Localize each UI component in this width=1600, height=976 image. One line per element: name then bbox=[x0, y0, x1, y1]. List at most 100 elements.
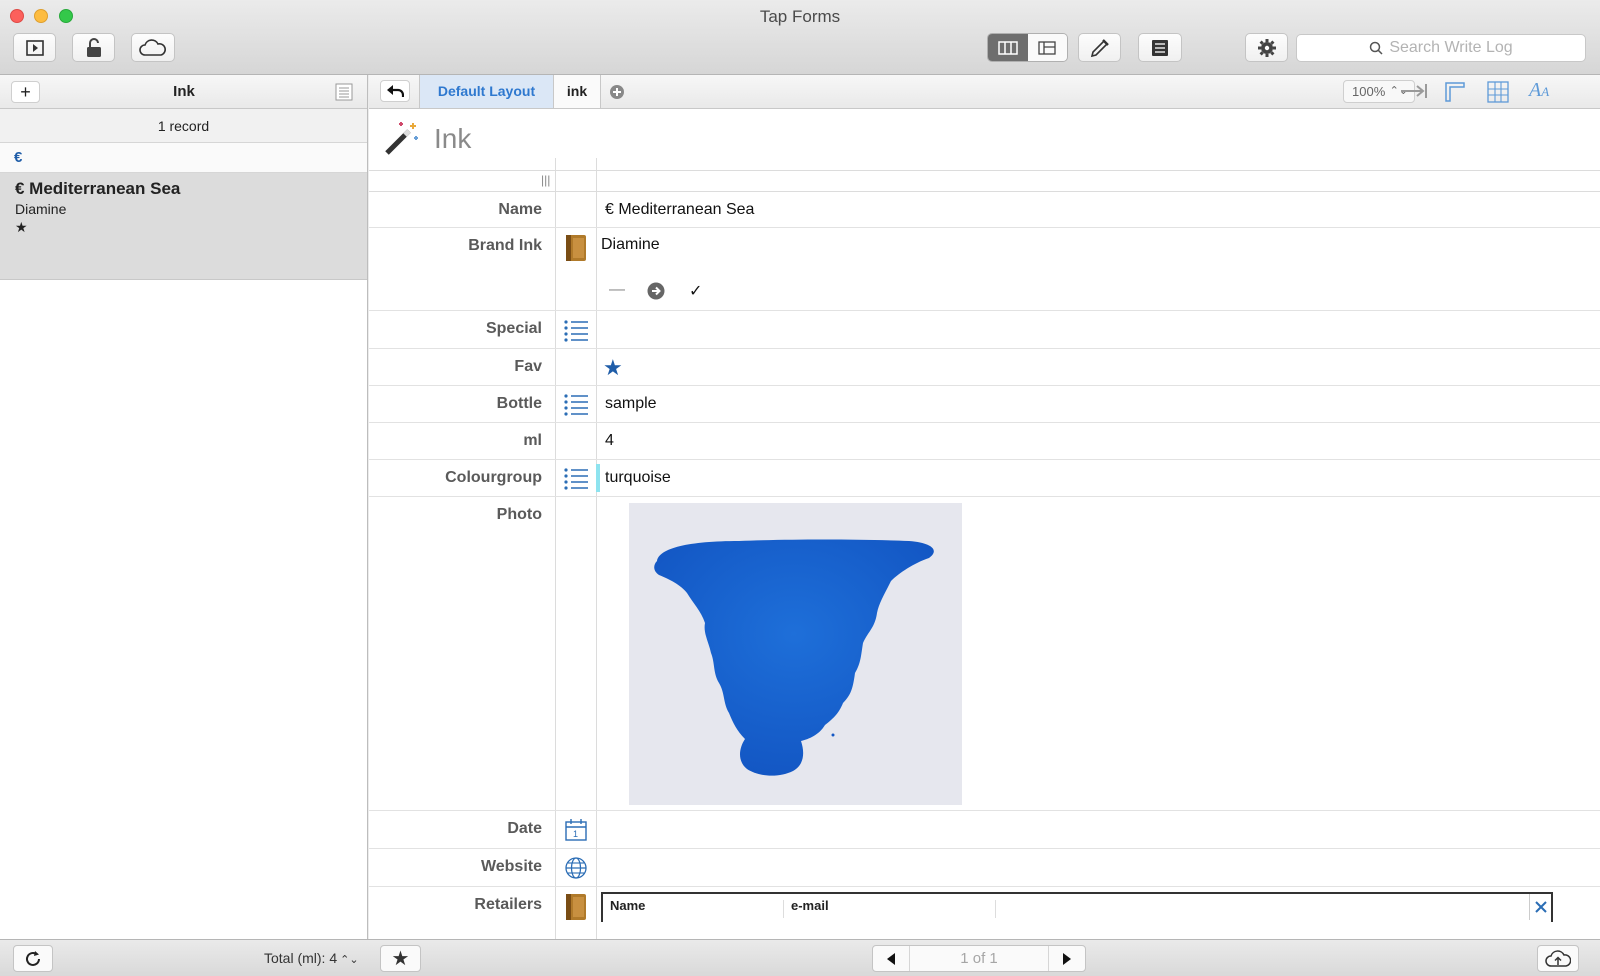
form-name-label: Ink bbox=[173, 83, 195, 100]
field-value-ml[interactable]: 4 bbox=[605, 432, 614, 450]
field-label-brand-ink: Brand Ink bbox=[468, 237, 542, 254]
link-to-form-icon[interactable] bbox=[555, 893, 596, 921]
colour-swatch bbox=[596, 464, 600, 492]
column-divider bbox=[783, 900, 784, 918]
back-arrow-icon bbox=[387, 85, 404, 97]
field-row-photo: Photo bbox=[369, 497, 1600, 811]
refresh-icon bbox=[26, 950, 40, 966]
window-toolbar: Tap Forms Search Write Log bbox=[0, 0, 1600, 75]
records-list-header: + Ink bbox=[0, 75, 367, 109]
bottom-bar: Total (ml): 4 ⌃⌄ ★ 1 of 1 bbox=[0, 939, 1600, 976]
field-row-special: Special bbox=[369, 311, 1600, 349]
add-layout-icon[interactable] bbox=[609, 84, 625, 104]
search-field[interactable]: Search Write Log bbox=[1296, 34, 1586, 62]
cloud-sync-button[interactable] bbox=[131, 33, 175, 62]
cloud-icon bbox=[139, 38, 166, 56]
pick-list-icon[interactable] bbox=[555, 465, 596, 491]
back-button[interactable] bbox=[380, 80, 410, 102]
columns-icon bbox=[998, 40, 1018, 55]
field-row-date: Date 1 bbox=[369, 811, 1600, 849]
field-value-name[interactable]: € Mediterranean Sea bbox=[605, 201, 754, 219]
field-value-brand-ink[interactable]: Diamine bbox=[601, 236, 660, 254]
field-label-fav: Fav bbox=[514, 358, 542, 375]
refresh-button[interactable] bbox=[13, 945, 53, 972]
records-list-pane: + Ink 1 record € € Mediterranean Sea Dia… bbox=[0, 75, 368, 939]
tools-icon bbox=[1534, 901, 1547, 913]
field-row-ml: ml 4 bbox=[369, 423, 1600, 460]
pick-list-icon[interactable] bbox=[555, 317, 596, 343]
list-view-button[interactable] bbox=[1138, 33, 1182, 62]
field-row-bottle: Bottle sample bbox=[369, 386, 1600, 423]
tab-default-layout[interactable]: Default Layout bbox=[419, 75, 554, 108]
calendar-icon[interactable]: 1 bbox=[555, 818, 596, 842]
view-mode-segmented-control bbox=[987, 33, 1068, 62]
lock-button[interactable] bbox=[72, 33, 115, 62]
field-row-fav: Fav ★ bbox=[369, 349, 1600, 386]
form-header: Ink bbox=[369, 109, 1600, 171]
pick-list-icon[interactable] bbox=[555, 391, 596, 417]
play-icon bbox=[25, 39, 44, 56]
unlink-button[interactable]: — bbox=[609, 281, 625, 299]
field-row-colourgroup: Colourgroup turquoise bbox=[369, 460, 1600, 497]
pager-text: 1 of 1 bbox=[909, 946, 1049, 971]
field-row-brand-ink: Brand Ink Diamine — ✓ bbox=[369, 228, 1600, 311]
column-header-name[interactable]: Name bbox=[610, 898, 645, 913]
field-row-website: Website bbox=[369, 849, 1600, 887]
pencil-ruler-icon bbox=[1090, 38, 1109, 57]
column-view-button[interactable] bbox=[988, 34, 1028, 61]
design-tools-button[interactable] bbox=[1078, 33, 1121, 62]
record-title: € Mediterranean Sea bbox=[15, 179, 181, 198]
table-layout-icon bbox=[1038, 40, 1056, 55]
triangle-left-icon bbox=[887, 952, 895, 965]
retailers-table: Name e-mail bbox=[601, 892, 1553, 922]
link-to-form-icon[interactable] bbox=[555, 234, 596, 262]
field-label-retailers: Retailers bbox=[474, 896, 542, 913]
list-options-icon[interactable] bbox=[335, 83, 353, 105]
select-record-button[interactable]: ✓ bbox=[689, 281, 702, 301]
search-placeholder: Search Write Log bbox=[1389, 39, 1513, 56]
record-pager: 1 of 1 bbox=[872, 945, 1086, 972]
ruler-icon[interactable] bbox=[1444, 81, 1466, 107]
total-ml-label: Total (ml): 4 bbox=[264, 950, 338, 966]
list-item[interactable]: € Mediterranean Sea Diamine ★ bbox=[0, 173, 367, 280]
grid-icon[interactable] bbox=[1487, 81, 1509, 107]
label-column-resizer[interactable]: ||| bbox=[369, 171, 1600, 192]
play-button[interactable] bbox=[13, 33, 56, 62]
favorite-button[interactable]: ★ bbox=[380, 945, 421, 972]
field-label-website: Website bbox=[480, 858, 542, 875]
layout-tab-bar: Default Layout ink 100% ⌃⌄ AA bbox=[369, 75, 1600, 109]
record-count: 1 record bbox=[0, 109, 367, 143]
search-icon bbox=[1370, 41, 1383, 55]
ink-swatch-photo[interactable] bbox=[629, 503, 962, 805]
table-view-button[interactable] bbox=[1027, 34, 1067, 61]
tab-order-icon[interactable] bbox=[1399, 81, 1429, 105]
arrow-right-circle-icon bbox=[647, 282, 665, 300]
globe-icon[interactable] bbox=[555, 856, 596, 880]
previous-record-button[interactable] bbox=[873, 946, 909, 971]
record-rating: ★ bbox=[15, 219, 28, 235]
group-header: € bbox=[0, 143, 367, 173]
field-row-name: Name € Mediterranean Sea bbox=[369, 192, 1600, 228]
column-header-email[interactable]: e-mail bbox=[791, 898, 829, 913]
field-label-photo: Photo bbox=[496, 506, 542, 523]
svg-text:1: 1 bbox=[573, 829, 578, 839]
field-value-colourgroup[interactable]: turquoise bbox=[605, 469, 671, 487]
form-title: Ink bbox=[434, 123, 472, 154]
go-to-record-button[interactable] bbox=[647, 282, 665, 305]
field-value-bottle[interactable]: sample bbox=[605, 395, 657, 413]
triangle-right-icon bbox=[1063, 952, 1071, 965]
cloud-upload-button[interactable] bbox=[1537, 945, 1579, 972]
total-ml[interactable]: Total (ml): 4 ⌃⌄ bbox=[264, 950, 359, 966]
next-record-button[interactable] bbox=[1049, 946, 1085, 971]
font-style-icon[interactable]: AA bbox=[1529, 79, 1549, 102]
gear-icon bbox=[1257, 38, 1276, 57]
magic-wand-icon bbox=[381, 119, 421, 163]
field-label-ml: ml bbox=[523, 432, 542, 449]
field-value-fav[interactable]: ★ bbox=[603, 355, 623, 381]
tab-ink[interactable]: ink bbox=[554, 75, 601, 108]
resize-grip-icon: ||| bbox=[541, 173, 551, 187]
field-label-bottle: Bottle bbox=[496, 395, 542, 412]
settings-button[interactable] bbox=[1245, 33, 1288, 62]
unlock-icon bbox=[86, 37, 101, 57]
table-settings-button[interactable] bbox=[1529, 894, 1551, 920]
